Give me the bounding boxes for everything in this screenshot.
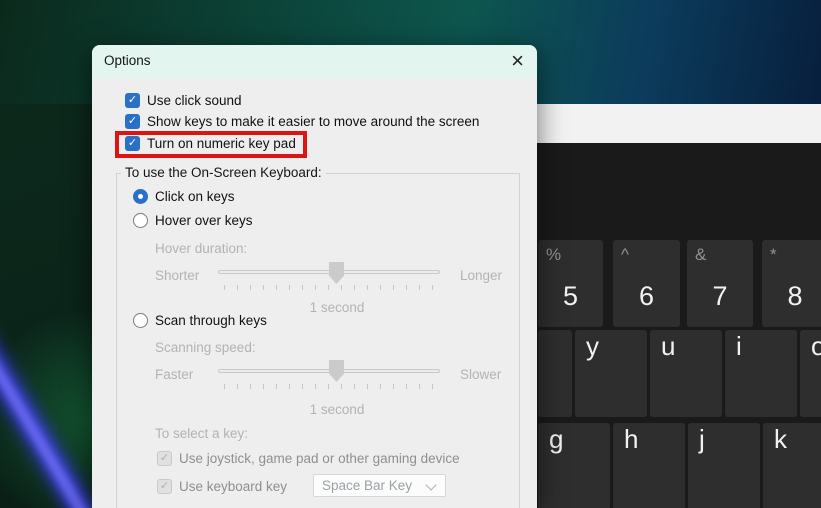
radio-row-hover-over-keys[interactable]: Hover over keys bbox=[133, 212, 253, 228]
checkbox-row-keyboard-key: ✓ Use keyboard key bbox=[157, 478, 287, 494]
checkbox-label-joystick: Use joystick, game pad or other gaming d… bbox=[179, 450, 460, 466]
checkbox-label-keyboard-key: Use keyboard key bbox=[179, 478, 288, 494]
key-y-label: y bbox=[586, 331, 599, 361]
checkbox-joystick: ✓ bbox=[157, 450, 172, 466]
to-select-a-key-label: To select a key: bbox=[155, 426, 249, 441]
key-6-shift-symbol: ^ bbox=[621, 245, 629, 264]
radio-label-scan-through-keys[interactable]: Scan through keys bbox=[155, 313, 267, 328]
check-icon: ✓ bbox=[127, 114, 138, 127]
checkbox-label-show-keys[interactable]: Show keys to make it easier to move arou… bbox=[147, 114, 479, 129]
hover-slider-min-label: Shorter bbox=[155, 268, 200, 283]
radio-scan-through-keys[interactable] bbox=[133, 312, 148, 328]
chevron-down-icon bbox=[425, 479, 437, 491]
key-k-label: k bbox=[774, 424, 787, 454]
check-icon: ✓ bbox=[159, 479, 170, 492]
keyboard-key-dropdown-value: Space Bar Key bbox=[322, 478, 413, 493]
desktop: % 5 ^ 6 & 7 * 8 y u i o g h j k Options bbox=[0, 0, 821, 508]
close-icon[interactable]: × bbox=[511, 48, 524, 74]
key-i-label: i bbox=[736, 331, 742, 361]
key-8-shift-symbol: * bbox=[770, 245, 777, 264]
key-5[interactable]: % 5 bbox=[538, 240, 603, 327]
key-8[interactable]: * 8 bbox=[762, 240, 821, 327]
keyboard-key-dropdown: Space Bar Key bbox=[313, 474, 446, 497]
radio-row-scan-through-keys[interactable]: Scan through keys bbox=[133, 312, 267, 328]
highlight-red-box bbox=[115, 131, 307, 158]
key-partial[interactable] bbox=[538, 330, 572, 417]
key-o-label: o bbox=[811, 331, 821, 361]
key-u-label: u bbox=[661, 331, 676, 361]
key-i[interactable]: i bbox=[725, 330, 797, 417]
key-6-label: 6 bbox=[638, 281, 655, 311]
key-6[interactable]: ^ 6 bbox=[613, 240, 680, 327]
key-g-label: g bbox=[549, 424, 564, 454]
hover-slider-ticks bbox=[224, 285, 436, 290]
key-h[interactable]: h bbox=[613, 423, 685, 508]
groupbox-legend: To use the On-Screen Keyboard: bbox=[121, 165, 326, 180]
key-u[interactable]: u bbox=[650, 330, 722, 417]
options-dialog: Options × ✓ Use click sound ✓ Show keys … bbox=[92, 45, 537, 508]
key-7-shift-symbol: & bbox=[695, 245, 707, 264]
radio-hover-over-keys[interactable] bbox=[133, 212, 148, 228]
key-5-label: 5 bbox=[562, 281, 579, 311]
checkbox-row-use-click-sound[interactable]: ✓ Use click sound bbox=[125, 92, 242, 108]
scan-slider-max-label: Slower bbox=[460, 367, 502, 382]
key-y[interactable]: y bbox=[575, 330, 647, 417]
key-g[interactable]: g bbox=[538, 423, 610, 508]
radio-row-click-on-keys[interactable]: Click on keys bbox=[133, 188, 235, 204]
key-8-label: 8 bbox=[787, 281, 803, 311]
checkbox-use-click-sound[interactable]: ✓ bbox=[125, 92, 140, 108]
scan-slider-value: 1 second bbox=[309, 402, 365, 417]
scanning-speed-label: Scanning speed: bbox=[155, 340, 256, 355]
key-o[interactable]: o bbox=[800, 330, 821, 417]
scan-slider-min-label: Faster bbox=[155, 367, 194, 382]
dialog-title: Options bbox=[104, 53, 151, 68]
hover-slider-value: 1 second bbox=[309, 300, 365, 315]
radio-label-click-on-keys[interactable]: Click on keys bbox=[155, 189, 235, 204]
hover-slider-max-label: Longer bbox=[460, 268, 503, 283]
key-5-shift-symbol: % bbox=[546, 245, 562, 264]
checkbox-row-joystick: ✓ Use joystick, game pad or other gaming… bbox=[157, 450, 460, 466]
dialog-titlebar[interactable]: Options × bbox=[92, 45, 537, 78]
key-j[interactable]: j bbox=[688, 423, 760, 508]
checkbox-label-use-click-sound[interactable]: Use click sound bbox=[147, 93, 242, 108]
hover-duration-label: Hover duration: bbox=[155, 241, 248, 256]
checkbox-keyboard-key: ✓ bbox=[157, 478, 172, 494]
key-7[interactable]: & 7 bbox=[687, 240, 753, 327]
scan-slider-ticks bbox=[224, 384, 436, 389]
key-h-label: h bbox=[624, 424, 639, 454]
key-7-label: 7 bbox=[712, 281, 728, 311]
check-icon: ✓ bbox=[159, 451, 170, 464]
radio-label-hover-over-keys[interactable]: Hover over keys bbox=[155, 213, 253, 228]
checkbox-show-keys[interactable]: ✓ bbox=[125, 113, 140, 129]
checkbox-row-show-keys[interactable]: ✓ Show keys to make it easier to move ar… bbox=[125, 113, 479, 129]
radio-click-on-keys[interactable] bbox=[133, 188, 148, 204]
check-icon: ✓ bbox=[127, 93, 138, 106]
key-k[interactable]: k bbox=[763, 423, 821, 508]
key-j-label: j bbox=[699, 424, 705, 454]
